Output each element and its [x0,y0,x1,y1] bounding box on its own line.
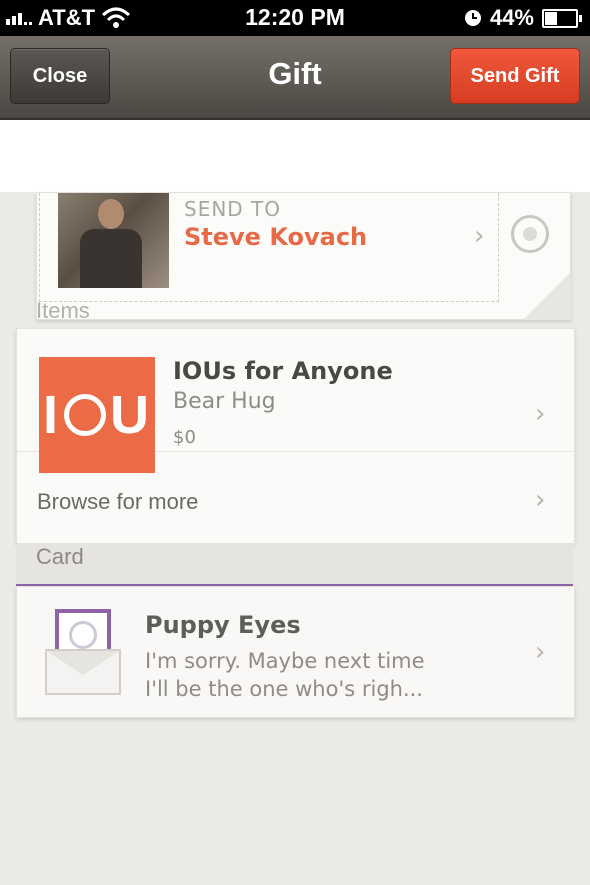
item-name: IOUs for Anyone [173,357,393,385]
chevron-right-icon: › [535,399,546,429]
transition-area [0,120,590,192]
list-item-iou[interactable]: IU IOUs for Anyone Bear Hug $0 › [17,329,574,473]
send-to-card[interactable]: SEND TO Steve Kovach › [36,192,571,320]
battery-icon [542,8,582,28]
card-title: Puppy Eyes [145,611,301,639]
browse-more-row[interactable]: Browse for more › [17,475,574,529]
battery-percent: 44% [489,5,534,30]
send-gift-button[interactable]: Send Gift [450,48,580,104]
recipient-photo [58,193,169,288]
send-to-inner: SEND TO Steve Kovach › [39,193,499,302]
send-to-label: SEND TO [184,197,282,221]
chevron-right-icon: › [535,485,546,515]
status-right: 44% [464,5,582,31]
item-price: $0 [173,427,196,448]
clock-icon [464,10,481,26]
card-message: I'm sorry. Maybe next time I'll be the o… [145,647,425,703]
card-row[interactable]: Puppy Eyes I'm sorry. Maybe next time I'… [16,586,575,718]
card-message-line: I'm sorry. Maybe next time [145,649,425,673]
item-variant: Bear Hug [173,389,276,414]
items-card: IU IOUs for Anyone Bear Hug $0 › Browse … [16,328,575,544]
card-message-line: I'll be the one who's righ... [145,677,423,701]
status-bar: AT&T 12:20 PM 44% [0,0,590,36]
iou-icon: IU [39,357,155,473]
chevron-right-icon: › [535,637,546,667]
card-header: Card [36,544,84,569]
browse-label: Browse for more [37,489,199,514]
nav-bar: Close Gift Send Gift [0,36,590,120]
tag-hole-icon [511,215,549,253]
card-section-header: Card [16,544,573,586]
recipient-name: Steve Kovach [184,223,368,251]
items-header: Items [36,298,90,323]
chevron-right-icon: › [474,221,485,251]
tag-corner [523,272,571,320]
envelope-icon [45,609,121,695]
